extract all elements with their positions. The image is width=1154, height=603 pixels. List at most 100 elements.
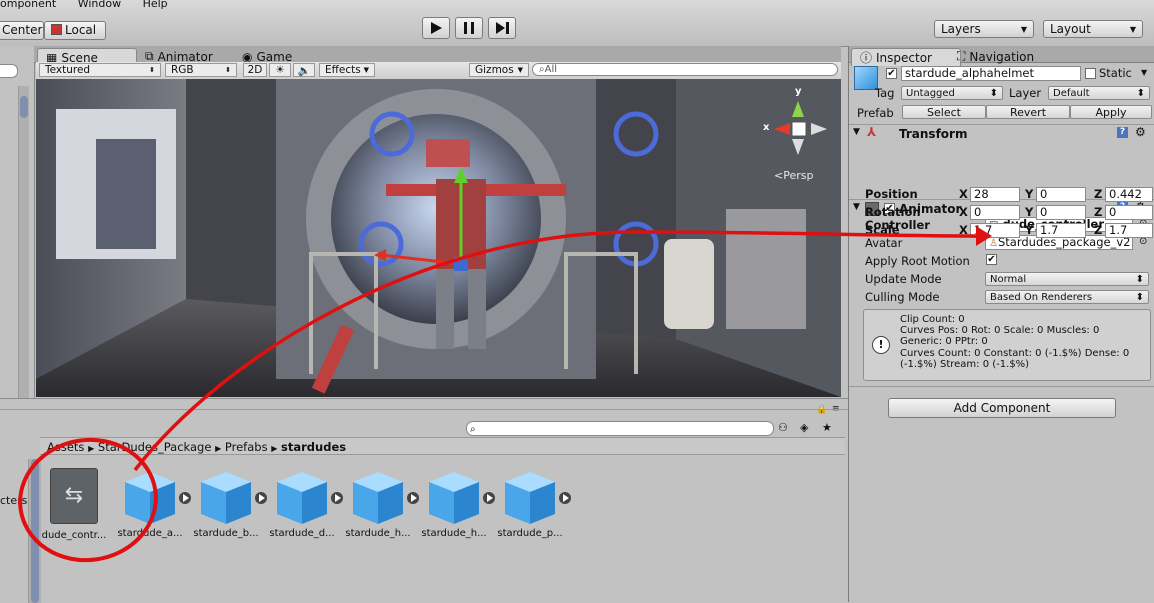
- update-mode-value: Normal: [990, 273, 1027, 285]
- prefab-select-button[interactable]: Select: [902, 105, 986, 119]
- tab-inspector-label: Inspector: [876, 50, 932, 65]
- orientation-gizmo[interactable]: y x: [761, 86, 831, 159]
- updown-icon: ⬍: [1135, 291, 1144, 303]
- tag-value: Untagged: [906, 87, 955, 99]
- filter-label-icon[interactable]: ◈: [800, 421, 808, 434]
- scale-z-field[interactable]: 1.7: [1105, 223, 1153, 238]
- active-checkbox[interactable]: ✔: [886, 68, 897, 79]
- updown-icon: ⬍: [989, 87, 998, 99]
- axis-x-label: X: [959, 223, 968, 237]
- prefab-cube-icon: [275, 470, 343, 524]
- scene-render: [36, 79, 841, 397]
- effects-dropdown[interactable]: Effects ▼: [319, 63, 375, 77]
- breadcrumb-item[interactable]: Assets: [47, 440, 84, 454]
- revert-label: Revert: [1009, 105, 1047, 119]
- scene-view-toolbar: Textured ⬍ RGB ⬍ 2D ☀ 🔈 Effects ▼ Gizmos ▼ ⌕…: [36, 62, 841, 80]
- culling-mode-dropdown[interactable]: Based On Renderers ⬍: [985, 290, 1149, 304]
- updown-icon: ⬍: [149, 66, 155, 74]
- info-line: Curves Pos: 0 Rot: 0 Scale: 0 Muscles: 0: [900, 325, 1100, 337]
- prefab-cube-icon: [427, 470, 495, 524]
- object-name-field[interactable]: stardude_alphahelmet: [901, 66, 1081, 81]
- layer-dropdown[interactable]: Default ⬍: [1048, 86, 1150, 100]
- pivot-center-button[interactable]: Center: [0, 21, 44, 40]
- avatar-label: Avatar: [865, 236, 903, 250]
- animator-controller-icon: ⇆: [50, 468, 98, 524]
- gear-icon[interactable]: ⚙: [1135, 125, 1146, 139]
- breadcrumb-item[interactable]: StarDudes_Package: [98, 440, 212, 454]
- pause-icon: [464, 22, 474, 34]
- step-button[interactable]: [488, 17, 516, 39]
- pivot-local-button[interactable]: Local: [44, 21, 106, 40]
- filter-type-icon[interactable]: ⚇: [778, 421, 788, 434]
- axis-x-label: X: [959, 187, 968, 201]
- transform-header[interactable]: ▼ ⅄ Transform ? ⚙: [849, 124, 1154, 143]
- menu-component[interactable]: omponent: [0, 0, 56, 10]
- scene-search-field[interactable]: ⌕All: [532, 63, 838, 76]
- menu-help[interactable]: Help: [143, 0, 168, 10]
- asset-prefab[interactable]: stardude_d...: [264, 468, 343, 539]
- static-checkbox[interactable]: [1085, 68, 1096, 79]
- asset-prefab[interactable]: stardude_h...: [416, 468, 495, 539]
- position-x-field[interactable]: 28: [970, 187, 1020, 202]
- tab-navigation[interactable]: ⛶ Navigation: [949, 48, 1042, 65]
- lighting-toggle[interactable]: ☀: [269, 63, 291, 77]
- update-mode-dropdown[interactable]: Normal ⬍: [985, 272, 1149, 286]
- hierarchy-search-field[interactable]: [0, 64, 18, 78]
- lock-icon[interactable]: 🔒: [816, 405, 827, 415]
- axis-y-label: y: [795, 86, 802, 97]
- prefab-revert-button[interactable]: Revert: [986, 105, 1070, 119]
- hierarchy-scrollbar[interactable]: [18, 86, 29, 398]
- menu-bar: omponent Window Help: [0, 0, 186, 10]
- scene-search-placeholder: All: [544, 64, 558, 75]
- gizmos-dropdown[interactable]: Gizmos ▼: [469, 63, 529, 77]
- scale-y-field[interactable]: 1.7: [1036, 223, 1086, 238]
- audio-toggle[interactable]: 🔈: [293, 63, 315, 77]
- layout-dropdown[interactable]: Layout ▼: [1043, 20, 1143, 38]
- main-toolbar: omponent Window Help Center Local Layers…: [0, 0, 1154, 47]
- pause-button[interactable]: [455, 17, 483, 39]
- layer-value: Default: [1053, 87, 1090, 99]
- asset-animator-controller[interactable]: ⇆ dude_contr...: [36, 468, 112, 541]
- position-y-field[interactable]: 0: [1036, 187, 1086, 202]
- persp-label[interactable]: <Persp: [774, 169, 813, 182]
- chevron-down-icon: ▼: [517, 66, 523, 74]
- rotation-y-field[interactable]: 0: [1036, 205, 1086, 220]
- info-line: Clip Count: 0: [900, 314, 965, 325]
- play-button[interactable]: [422, 17, 450, 39]
- sun-icon: ☀: [275, 64, 285, 76]
- prefab-apply-button[interactable]: Apply: [1070, 105, 1152, 119]
- breadcrumb-item[interactable]: Prefabs: [225, 440, 268, 454]
- menu-window[interactable]: Window: [78, 0, 121, 10]
- updown-icon: ⬍: [1136, 87, 1145, 99]
- favorite-star-icon[interactable]: ★: [822, 421, 832, 434]
- rotation-x-field[interactable]: 0: [970, 205, 1020, 220]
- scene-viewport[interactable]: y x <Persp: [36, 79, 841, 397]
- chevron-down-icon[interactable]: ▼: [1141, 68, 1147, 77]
- position-z-field[interactable]: 0.442: [1105, 187, 1153, 202]
- asset-label: stardude_p...: [497, 528, 563, 539]
- layers-dropdown[interactable]: Layers ▼: [934, 20, 1034, 38]
- shading-mode-dropdown[interactable]: Textured ⬍: [39, 63, 161, 77]
- rotation-z-field[interactable]: 0: [1105, 205, 1153, 220]
- axis-z-label: Z: [1094, 205, 1103, 219]
- asset-prefab[interactable]: stardude_b...: [188, 468, 267, 539]
- tag-dropdown[interactable]: Untagged ⬍: [901, 86, 1003, 100]
- asset-prefab[interactable]: stardude_p...: [492, 468, 571, 539]
- apply-root-motion-checkbox[interactable]: ✔: [986, 254, 997, 265]
- render-mode-dropdown[interactable]: RGB ⬍: [165, 63, 237, 77]
- breadcrumb-separator-icon: ▶: [88, 444, 95, 453]
- breadcrumb-item-current[interactable]: stardudes: [281, 440, 346, 454]
- asset-prefab[interactable]: stardude_h...: [340, 468, 419, 539]
- scale-label: Scale: [865, 223, 900, 237]
- navigation-icon: ⛶: [957, 49, 966, 63]
- scale-x-field[interactable]: 1.7: [970, 223, 1020, 238]
- tab-inspector[interactable]: ⓘ Inspector: [851, 48, 961, 66]
- project-search-field[interactable]: ⌕: [466, 421, 774, 436]
- asset-prefab[interactable]: stardude_a...: [112, 468, 191, 539]
- add-component-button[interactable]: Add Component: [888, 398, 1116, 418]
- scroll-thumb[interactable]: [20, 96, 28, 118]
- 2d-toggle[interactable]: 2D: [243, 63, 267, 77]
- help-icon[interactable]: ?: [1117, 127, 1128, 138]
- breadcrumb: Assets ▶ StarDudes_Package ▶ Prefabs ▶ s…: [40, 437, 845, 455]
- layout-label: Layout: [1050, 22, 1091, 36]
